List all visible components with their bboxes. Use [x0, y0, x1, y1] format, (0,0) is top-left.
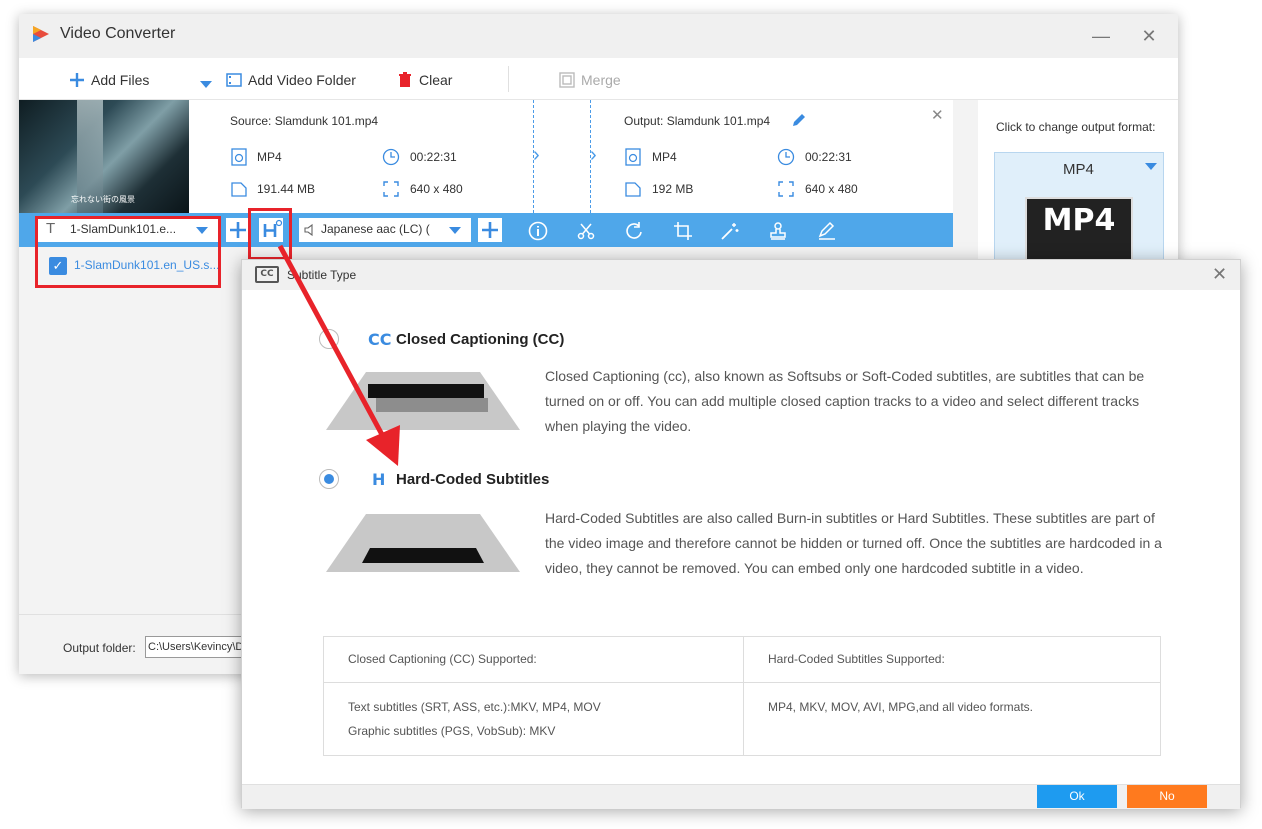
- plus-icon: [70, 73, 84, 87]
- subtitle-type-dialog: CC Subtitle Type ✕ CC Closed Captioning …: [241, 259, 1241, 809]
- rotate-icon[interactable]: [624, 221, 644, 241]
- output-resolution: 640 x 480: [805, 182, 858, 196]
- merge-button[interactable]: Merge: [559, 70, 621, 90]
- cc-radio[interactable]: [319, 329, 339, 349]
- clock-icon: [382, 148, 400, 166]
- audio-track-dropdown[interactable]: Japanese aac (LC) (: [299, 218, 471, 242]
- chevron-right-icon: ›: [590, 144, 597, 166]
- title-bar: Video Converter — ✕: [19, 14, 1178, 58]
- dialog-title: Subtitle Type: [287, 268, 357, 282]
- support-table: Closed Captioning (CC) Supported: Hard-C…: [323, 636, 1161, 756]
- edit-effect-icon[interactable]: [817, 221, 837, 241]
- output-duration: 00:22:31: [805, 150, 852, 164]
- magic-wand-icon[interactable]: [720, 221, 740, 241]
- format-caption: Click to change output format:: [996, 120, 1156, 134]
- info-icon[interactable]: [528, 221, 548, 241]
- watermark-stamp-icon[interactable]: [768, 221, 788, 241]
- hardcode-h-icon: H: [372, 470, 386, 489]
- output-format: MP4: [652, 150, 677, 164]
- toolbar-divider: [508, 66, 509, 92]
- plus-icon: [482, 222, 498, 238]
- source-duration: 00:22:31: [410, 150, 457, 164]
- cc-caption-icon: CC: [255, 266, 279, 283]
- clock-icon: [777, 148, 795, 166]
- file-size-icon: [231, 182, 247, 197]
- output-size: 192 MB: [652, 182, 694, 196]
- format-selector[interactable]: MP4 MP4: [994, 152, 1164, 273]
- subtitle-highlight-box: [35, 216, 221, 288]
- format-icon-text: MP4: [1042, 203, 1116, 238]
- add-files-dropdown[interactable]: [200, 74, 212, 94]
- cc-icon: CC: [368, 330, 392, 349]
- output-folder-label: Output folder:: [63, 641, 136, 655]
- hardcoded-illustration-icon: [326, 514, 520, 572]
- speaker-icon: [304, 223, 313, 237]
- format-name: MP4: [1063, 161, 1094, 178]
- video-format-icon: [231, 148, 247, 166]
- resolution-icon: [778, 181, 794, 197]
- cc-option-title[interactable]: Closed Captioning (CC): [396, 331, 564, 348]
- hard-supported-header: Hard-Coded Subtitles Supported:: [768, 652, 945, 666]
- chevron-right-icon: ›: [533, 144, 540, 166]
- plus-icon: [230, 222, 246, 238]
- source-label: Source: Slamdunk 101.mp4: [230, 114, 379, 128]
- add-video-folder-label: Add Video Folder: [248, 72, 356, 88]
- dialog-close-button[interactable]: ✕: [1212, 264, 1227, 285]
- cc-supported-header: Closed Captioning (CC) Supported:: [348, 652, 537, 666]
- add-files-label: Add Files: [91, 72, 150, 88]
- crop-icon[interactable]: [673, 221, 693, 241]
- dialog-footer: Ok No: [242, 784, 1240, 809]
- add-subtitle-button[interactable]: [226, 218, 250, 242]
- edit-pencil-icon[interactable]: [790, 111, 808, 129]
- video-thumbnail[interactable]: 忘れない街の風景: [19, 100, 189, 213]
- clear-label: Clear: [419, 72, 453, 88]
- trash-icon: [399, 72, 411, 87]
- no-button[interactable]: No: [1127, 785, 1207, 808]
- chevron-down-icon: [200, 80, 212, 88]
- minimize-button[interactable]: —: [1089, 24, 1113, 48]
- cc-illustration-icon: [326, 372, 520, 430]
- film-folder-icon: [226, 73, 242, 87]
- thumbnail-caption: 忘れない街の風景: [71, 195, 135, 204]
- hardcoded-description: Hard-Coded Subtitles are also called Bur…: [545, 510, 1162, 576]
- add-video-folder-button[interactable]: Add Video Folder: [226, 70, 356, 90]
- file-size-icon: [625, 182, 641, 197]
- output-label: Output: Slamdunk 101.mp4: [624, 114, 771, 128]
- chevron-down-icon: [449, 227, 461, 234]
- output-folder-input[interactable]: C:\Users\Kevincy\D: [145, 636, 255, 658]
- app-title: Video Converter: [60, 25, 176, 42]
- remove-task-button[interactable]: ✕: [931, 106, 944, 124]
- add-files-button[interactable]: Add Files: [69, 70, 149, 90]
- source-format: MP4: [257, 150, 282, 164]
- task-card: 忘れない街の風景 Source: Slamdunk 101.mp4 MP4 00…: [19, 100, 953, 213]
- cc-description: Closed Captioning (cc), also known as So…: [545, 368, 1145, 434]
- app-logo-icon: [33, 26, 49, 42]
- hardcoded-radio[interactable]: [319, 469, 339, 489]
- merge-label: Merge: [581, 72, 621, 88]
- hardcoded-option-title[interactable]: Hard-Coded Subtitles: [396, 471, 549, 488]
- clear-button[interactable]: Clear: [397, 70, 452, 90]
- scissors-icon[interactable]: [576, 221, 596, 241]
- dialog-title-bar: CC Subtitle Type ✕: [242, 260, 1240, 290]
- source-resolution: 640 x 480: [410, 182, 463, 196]
- close-window-button[interactable]: ✕: [1137, 24, 1161, 48]
- chevron-down-icon: [1145, 163, 1157, 170]
- hardcode-button-highlight-box: [248, 208, 292, 260]
- video-format-icon: [625, 148, 641, 166]
- merge-icon: [559, 72, 575, 88]
- cc-supported-text: Text subtitles (SRT, ASS, etc.):MKV, MP4…: [348, 700, 601, 714]
- add-audio-button[interactable]: [478, 218, 502, 242]
- source-size: 191.44 MB: [257, 182, 316, 196]
- resolution-icon: [383, 181, 399, 197]
- audio-track-label: Japanese aac (LC) (: [321, 222, 430, 236]
- cc-supported-graphic: Graphic subtitles (PGS, VobSub): MKV: [348, 724, 556, 738]
- hard-supported-text: MP4, MKV, MOV, AVI, MPG,and all video fo…: [768, 700, 1033, 714]
- toolbar: Add Files Add Video Folder Clear Merge: [19, 58, 1178, 100]
- ok-button[interactable]: Ok: [1037, 785, 1117, 808]
